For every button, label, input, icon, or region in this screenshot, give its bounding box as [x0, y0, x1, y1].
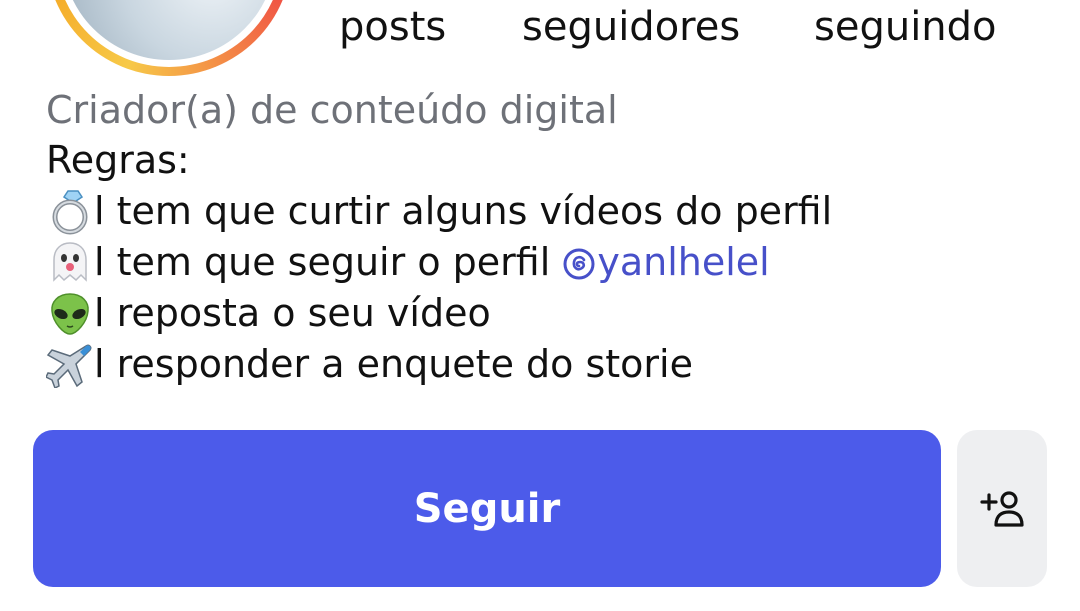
threads-mention-link[interactable]: yanlhelel [562, 237, 770, 288]
bio-line-2: l tem que seguir o perfil yanlhelel [46, 237, 1046, 288]
bio-header: Regras: [46, 135, 1046, 186]
bio-line-1: l tem que curtir alguns vídeos do perfil [46, 186, 1046, 237]
add-user-button[interactable] [957, 430, 1047, 587]
bio-line-4: l responder a enquete do storie [44, 339, 1046, 390]
bio-header-text: Regras: [46, 138, 190, 182]
bio-line-4-text: l responder a enquete do storie [94, 342, 693, 386]
stat-followers-label[interactable]: seguidores [522, 2, 740, 52]
profile-stats: posts seguidores seguindo [0, 0, 1080, 60]
stat-following-label[interactable]: seguindo [814, 2, 997, 52]
ghost-emoji-icon [46, 240, 94, 286]
bio-line-3: l reposta o seu vídeo [46, 288, 1046, 339]
airplane-emoji-icon [44, 342, 94, 389]
profile-page: posts seguidores seguindo Criador(a) de … [0, 0, 1080, 611]
alien-emoji-icon [46, 291, 94, 337]
ring-emoji-icon [46, 189, 94, 235]
bio-line-2-text: l tem que seguir o perfil [94, 240, 563, 284]
threads-icon [563, 248, 595, 280]
bio-line-3-text: l reposta o seu vídeo [94, 291, 491, 335]
stat-posts-label[interactable]: posts [339, 2, 446, 52]
profile-category: Criador(a) de conteúdo digital [46, 88, 618, 132]
mention-username[interactable]: yanlhelel [597, 237, 769, 288]
bio-line-1-text: l tem que curtir alguns vídeos do perfil [94, 189, 833, 233]
add-user-icon [980, 490, 1024, 527]
profile-bio: Criador(a) de conteúdo digital Regras: l… [44, 85, 1046, 390]
follow-button[interactable]: Seguir [33, 430, 941, 587]
